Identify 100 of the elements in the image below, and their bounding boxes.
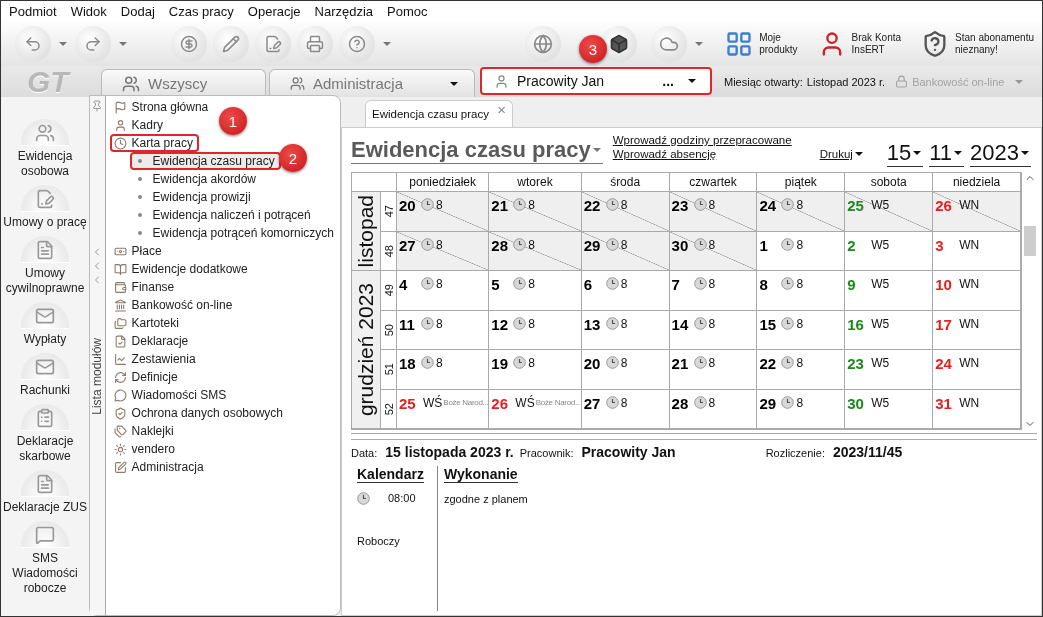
menu-item[interactable]: Dodaj [120, 4, 155, 19]
module-item[interactable]: Ewidencja akordów [129, 170, 262, 188]
module-item[interactable]: Ewidencje dodatkowe [109, 260, 254, 278]
date-picker[interactable]: 11 [929, 134, 965, 167]
module-item[interactable]: Deklaracje [109, 332, 195, 350]
menu-item[interactable]: Operacje [247, 4, 301, 19]
day-cell[interactable]: 1 8 [757, 231, 846, 271]
menu-item[interactable]: Widok [70, 4, 107, 19]
day-cell[interactable]: 21 8 [669, 350, 758, 390]
date-picker[interactable]: 15 [886, 134, 924, 167]
department-dropdown[interactable]: Administracja [269, 69, 475, 97]
menu-item[interactable]: Podmiot [9, 4, 57, 19]
module-item[interactable]: Kadry [109, 116, 169, 134]
day-cell[interactable]: 16 W5 [845, 310, 934, 350]
module-item[interactable]: Naklejki [109, 422, 180, 440]
caret-icon[interactable] [59, 42, 67, 46]
day-cell[interactable]: 27 8 [397, 231, 490, 271]
toolbar-button[interactable]: Stan abonamentu nieznany! [921, 30, 1034, 58]
shortcut-button[interactable]: Ewidencja osobowa [2, 119, 88, 179]
caret-icon[interactable] [695, 42, 704, 46]
shortcut-button[interactable]: Umowy o pracę [2, 185, 88, 230]
module-item[interactable]: Ewidencja naliczeń i potrąceń [129, 206, 317, 224]
day-cell[interactable]: 24 8 [757, 192, 846, 232]
date-picker[interactable]: 2023 [970, 134, 1031, 167]
day-cell[interactable]: 22 8 [581, 192, 670, 232]
module-item[interactable]: Ochrona danych osobowych [109, 404, 289, 422]
day-cell[interactable]: 6 8 [581, 271, 670, 311]
day-cell[interactable]: 15 8 [757, 310, 846, 350]
module-item[interactable]: Ewidencja potrąceń komorniczych [129, 224, 340, 242]
day-cell[interactable]: 28 8 [669, 389, 758, 429]
module-item[interactable]: Płace [109, 242, 168, 260]
menu-item[interactable]: Czas pracy [168, 4, 234, 19]
day-cell[interactable]: 29 8 [581, 231, 670, 271]
day-cell[interactable]: 3 WN [933, 231, 1021, 271]
day-cell[interactable]: 8 8 [757, 271, 846, 311]
employee-dropdown[interactable]: Pracowity Jan ... [480, 67, 712, 95]
toolbar-button[interactable]: Brak Konta InsERT [817, 30, 902, 58]
toolbar-button[interactable] [601, 26, 638, 62]
view-title[interactable]: Ewidencja czasu pracy [351, 134, 603, 164]
module-item[interactable]: Administracja [109, 458, 210, 476]
group-tab[interactable]: Wszyscy [101, 69, 266, 97]
day-cell[interactable]: 5 8 [489, 271, 582, 311]
day-cell[interactable]: 28 8 [489, 231, 582, 271]
day-cell[interactable]: 29 8 [757, 389, 846, 429]
module-item[interactable]: Ewidencja prowizji [129, 188, 257, 206]
day-cell[interactable]: 14 8 [669, 310, 758, 350]
shortcut-button[interactable]: Umowy cywilnoprawne [2, 236, 88, 296]
day-cell[interactable]: 4 8 [397, 271, 490, 311]
day-cell[interactable]: 17 WN [933, 310, 1021, 350]
day-cell[interactable]: 23 W5 [845, 350, 934, 390]
day-cell[interactable]: 10 WN [933, 271, 1021, 311]
shortcut-button[interactable]: Deklaracje ZUS [2, 470, 88, 515]
day-cell[interactable]: 21 8 [489, 192, 582, 232]
day-cell[interactable]: 22 8 [757, 350, 846, 390]
close-icon[interactable]: × [497, 101, 506, 118]
pin-icon[interactable] [91, 100, 104, 112]
shortcut-button[interactable]: SMS Wiadomości robocze [2, 521, 88, 596]
day-cell[interactable]: 23 8 [669, 192, 758, 232]
enter-hours-link[interactable]: Wprowadź godziny przepracowane [612, 134, 792, 146]
day-cell[interactable]: 12 8 [489, 310, 582, 350]
module-item[interactable]: Zestawienia [109, 350, 202, 368]
menu-item[interactable]: Narzędzia [314, 4, 374, 19]
day-cell[interactable]: 30 8 [669, 231, 758, 271]
day-cell[interactable]: 18 8 [397, 350, 490, 390]
day-cell[interactable]: 27 8 [581, 389, 670, 429]
menu-item[interactable]: Pomoc [387, 4, 428, 19]
day-cell[interactable]: 9 W5 [845, 271, 934, 311]
day-cell[interactable]: 24 WN [933, 350, 1021, 390]
module-item[interactable]: Finanse [109, 278, 181, 296]
module-item[interactable]: Ewidencja czasu pracy [129, 152, 281, 170]
day-cell[interactable]: 20 8 [581, 350, 670, 390]
day-cell[interactable]: 20 8 [397, 192, 490, 232]
day-cell[interactable]: 25 W5 [845, 192, 934, 232]
print-link[interactable]: Drukuj [819, 148, 865, 160]
module-item[interactable]: Kartoteki [109, 314, 185, 332]
enter-absence-link[interactable]: Wprowadź absencję [612, 148, 792, 160]
module-item[interactable]: Wiadomości SMS [109, 386, 233, 404]
shortcut-button[interactable]: Wypłaty [2, 302, 88, 347]
splitter[interactable] [351, 433, 1037, 440]
module-item[interactable]: Bankowość on-line [109, 296, 239, 314]
module-item[interactable]: Definicje [109, 368, 184, 386]
day-cell[interactable]: 30 W5 [845, 389, 934, 429]
module-item[interactable]: vendero [109, 440, 181, 458]
document-tab[interactable]: Ewidencja czasu pracy × [365, 100, 513, 127]
module-item[interactable]: Karta pracy [109, 134, 199, 152]
day-cell[interactable]: 26 WN [933, 192, 1021, 232]
day-cell[interactable]: 7 8 [669, 271, 758, 311]
caret-icon[interactable] [383, 42, 391, 46]
module-item[interactable]: Strona główna [109, 98, 215, 116]
day-cell[interactable]: 2 W5 [845, 231, 934, 271]
day-cell[interactable]: 13 8 [581, 310, 670, 350]
shortcut-button[interactable]: Rachunki [2, 353, 88, 398]
day-cell[interactable]: 11 8 [397, 310, 490, 350]
day-cell[interactable]: 31 WN [933, 389, 1021, 429]
clock-icon [357, 491, 370, 505]
scroll-thumb[interactable] [1023, 226, 1036, 256]
caret-icon[interactable] [119, 42, 127, 46]
day-cell[interactable]: 19 8 [489, 350, 582, 390]
toolbar-button[interactable]: Moje produkty [725, 30, 798, 58]
shortcut-button[interactable]: Deklaracje skarbowe [2, 404, 88, 464]
